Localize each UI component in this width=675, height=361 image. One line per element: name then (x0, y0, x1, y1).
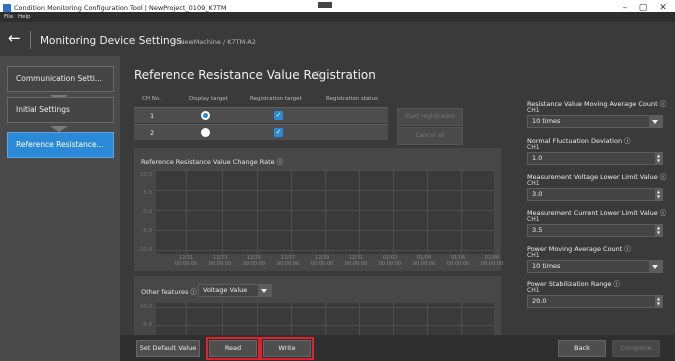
spinner-arrows-icon[interactable]: ▲ ▼ (655, 153, 662, 164)
column-header-registration-target: Registration target (250, 96, 302, 102)
sidebar-item-reference-resistance[interactable]: Reference Resistance... (7, 132, 114, 158)
y-tick-label: 5.0 (143, 190, 152, 196)
y-tick-label: -10.0 (137, 247, 152, 253)
y-tick-label: -5.0 (141, 228, 152, 234)
setting-number-input[interactable]: 1.0 ▲ ▼ (527, 152, 663, 165)
setting-label: Measurement Current Lower Limit Value ⓘ (527, 209, 667, 217)
start-registration-button[interactable]: Start registration (397, 108, 463, 126)
info-icon[interactable]: ⓘ (314, 70, 322, 81)
chart-plot-area (156, 170, 494, 254)
set-default-value-button[interactable]: Set Default Value (136, 340, 200, 357)
column-header-ch-no: CH No. (142, 96, 161, 102)
write-button[interactable]: Write (260, 337, 314, 360)
menu-file[interactable]: File (4, 14, 13, 20)
sidebar-item-initial-settings[interactable]: Initial Settings (7, 97, 114, 123)
spinner-arrows-icon[interactable]: ▲ ▼ (655, 189, 662, 200)
header-divider (30, 31, 31, 49)
chart-plot-area (156, 303, 494, 335)
channel-label: CH1 (527, 216, 540, 223)
table-row: 2 ✓ (134, 124, 388, 140)
setting-value: 3.0 (532, 190, 543, 198)
column-header-display-target: Display target (189, 96, 228, 102)
x-tick-label: 01/08 00:00:00 (472, 255, 512, 267)
page-header: ← Monitoring Device Settings > NewMachin… (0, 22, 675, 56)
channel-label: CH1 (527, 287, 540, 294)
y-tick-label: 5.0 (143, 322, 152, 328)
setting-label: Power Stabilization Range ⓘ (527, 280, 620, 288)
table-row: 1 ✓ (134, 107, 388, 123)
read-button[interactable]: Read (206, 337, 260, 360)
column-header-registration-status: Registration status (326, 96, 378, 102)
setting-number-input[interactable]: 20.0 ▲ ▼ (527, 295, 663, 308)
setting-number-input[interactable]: 3.5 ▲ ▼ (527, 224, 663, 237)
channel-label: CH1 (527, 107, 540, 114)
setting-value: 3.5 (532, 226, 543, 234)
setting-number-input[interactable]: 3.0 ▲ ▼ (527, 188, 663, 201)
y-tick-label: 0.0 (143, 209, 152, 215)
chevron-down-icon (649, 261, 662, 272)
chevron-down-icon (258, 285, 271, 296)
table-header: CH No. Display target Registration targe… (134, 93, 388, 106)
window-drag-handle[interactable] (318, 2, 332, 8)
setting-value: 10 times (532, 262, 561, 270)
change-rate-chart-panel: Reference Resistance Value Change Rate ⓘ… (134, 148, 503, 271)
header-title: Monitoring Device Settings (40, 35, 182, 47)
setting-dropdown[interactable]: 10 times (527, 260, 663, 273)
cancel-all-button[interactable]: Cancel all (397, 127, 463, 145)
menu-help[interactable]: Help (18, 14, 31, 20)
app-icon (3, 4, 11, 12)
back-arrow-icon[interactable]: ← (8, 29, 21, 47)
display-target-radio[interactable] (201, 128, 210, 137)
chevron-down-icon (649, 116, 662, 127)
feature-select-value: Voltage Value (203, 286, 248, 294)
channel-label: CH1 (527, 252, 540, 259)
ch-number: 1 (150, 112, 155, 120)
page-title: Reference Resistance Value Registration (134, 68, 376, 82)
footer-bar: Set Default Value Read Write Back Comple… (120, 335, 675, 361)
menu-bar: File Help (0, 12, 675, 22)
chart-title: Reference Resistance Value Change Rate ⓘ (141, 158, 284, 166)
breadcrumb: > NewMachine / K7TM-A2 (172, 38, 256, 46)
spinner-arrows-icon[interactable]: ▲ ▼ (655, 296, 662, 307)
setting-label: Power Moving Average Count ⓘ (527, 245, 631, 253)
setting-label: Measurement Voltage Lower Limit Value ⓘ (527, 173, 667, 181)
display-target-radio[interactable] (201, 111, 210, 120)
setting-value: 10 times (532, 117, 561, 125)
sidebar-item-communication-settings[interactable]: Communication Setti... (7, 66, 114, 92)
window-title: Condition Monitoring Configuration Tool … (14, 4, 227, 12)
other-features-label: Other features ⓘ (141, 288, 197, 296)
setting-value: 1.0 (532, 154, 543, 162)
x-tick-time: 00:00:00 (480, 261, 504, 267)
spinner-arrows-icon[interactable]: ▲ ▼ (655, 225, 662, 236)
registration-target-checkbox[interactable]: ✓ (274, 111, 283, 120)
setting-dropdown[interactable]: 10 times (527, 115, 663, 128)
y-tick-label: 10.0 (139, 172, 152, 178)
ch-number: 2 (150, 129, 155, 137)
back-button[interactable]: Back (558, 340, 606, 357)
complete-button[interactable]: Complete (612, 340, 660, 357)
setting-label: Resistance Value Moving Average Count ⓘ (527, 100, 667, 108)
setting-value: 20.0 (532, 297, 547, 305)
other-features-chart-panel: Other features ⓘ Voltage Value 10.0 5.0 (134, 276, 501, 335)
sidebar: Communication Setti... Initial Settings … (0, 56, 120, 361)
registration-target-checkbox[interactable]: ✓ (274, 128, 283, 137)
channel-label: CH1 (527, 144, 540, 151)
setting-label: Normal Fluctuation Deviation ⓘ (527, 137, 631, 145)
channel-label: CH1 (527, 180, 540, 187)
y-tick-label: 10.0 (139, 304, 152, 310)
feature-select-dropdown[interactable]: Voltage Value (198, 284, 272, 297)
